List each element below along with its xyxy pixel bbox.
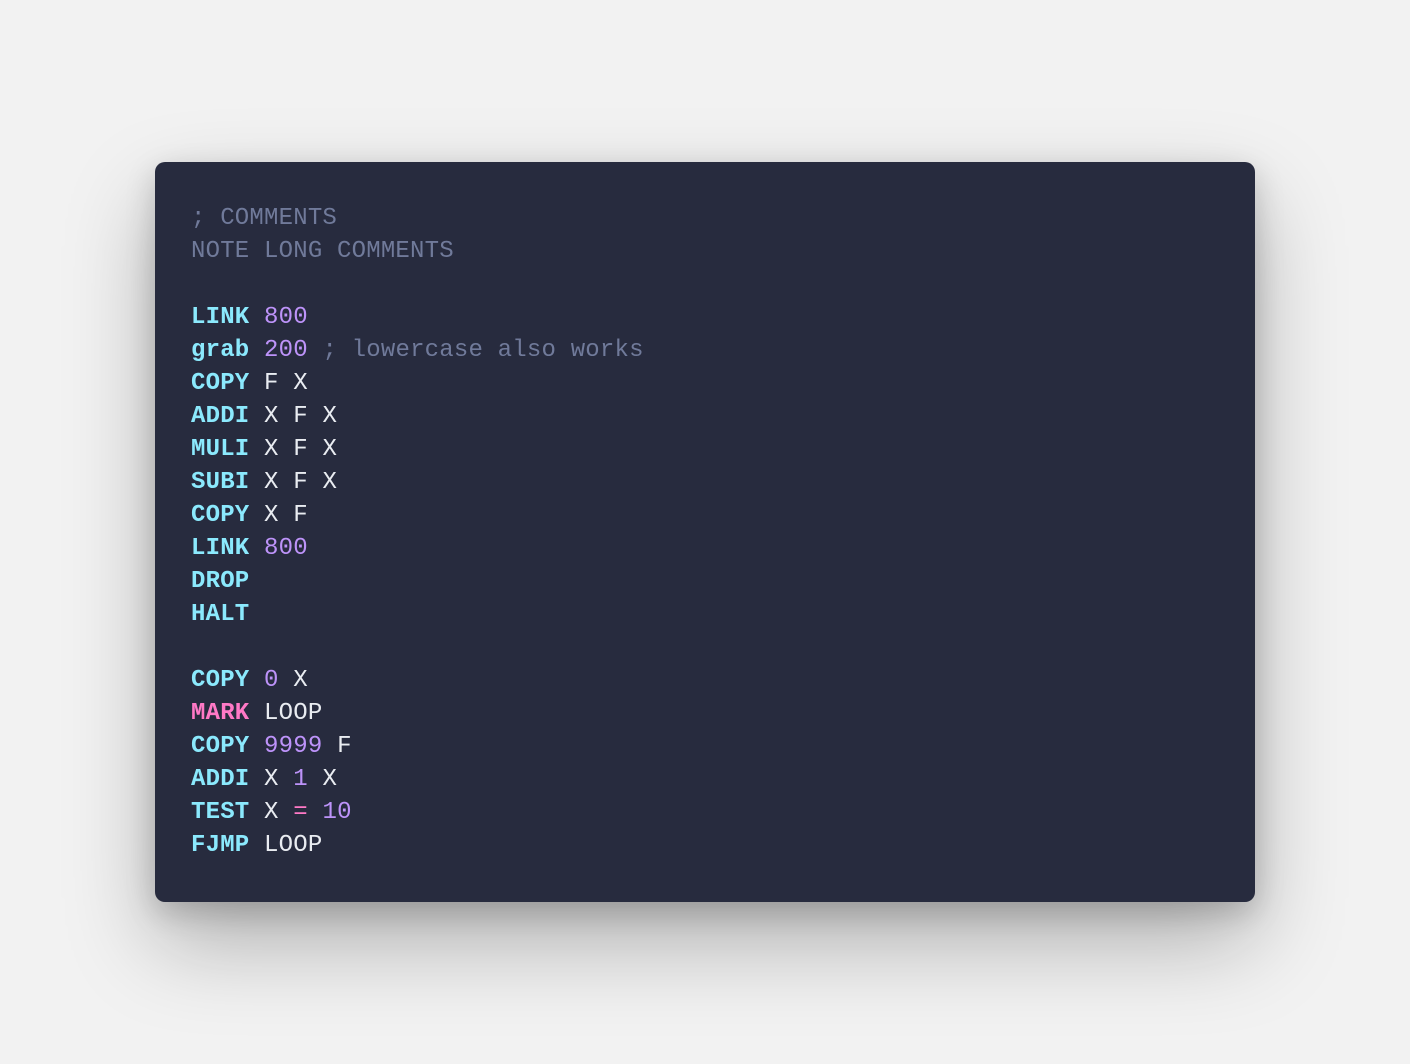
code-token-comment: NOTE LONG COMMENTS — [191, 238, 454, 265]
code-token-text: F — [337, 733, 352, 760]
code-token-number: 10 — [322, 799, 351, 826]
code-token-space — [249, 535, 264, 562]
code-token-space — [249, 799, 264, 826]
code-token-operator: = — [293, 799, 308, 826]
code-token-space — [279, 766, 294, 793]
code-token-keyword: LINK — [191, 535, 249, 562]
code-token-space — [249, 766, 264, 793]
code-token-space — [249, 304, 264, 331]
code-token-space — [322, 733, 337, 760]
code-line: COPY X F — [191, 502, 308, 529]
code-token-comment: ; COMMENTS — [191, 205, 337, 232]
code-token-number: 1 — [293, 766, 308, 793]
code-token-keyword: ADDI — [191, 766, 249, 793]
code-line: grab 200 ; lowercase also works — [191, 337, 644, 364]
code-line: NOTE LONG COMMENTS — [191, 238, 454, 265]
code-line: MARK LOOP — [191, 700, 322, 727]
code-token-keyword: grab — [191, 337, 249, 364]
code-token-keyword: MULI — [191, 436, 249, 463]
code-token-text: X F — [264, 502, 308, 529]
code-token-mark: MARK — [191, 700, 249, 727]
code-token-text: F X — [264, 370, 308, 397]
code-token-space — [279, 799, 294, 826]
code-token-space — [249, 733, 264, 760]
code-token-space — [308, 766, 323, 793]
code-token-keyword: COPY — [191, 667, 249, 694]
code-token-space — [249, 502, 264, 529]
code-line: HALT — [191, 601, 249, 628]
code-token-keyword: LINK — [191, 304, 249, 331]
code-token-space — [249, 469, 264, 496]
code-line: TEST X = 10 — [191, 799, 352, 826]
code-token-text: X — [264, 799, 279, 826]
code-token-keyword: HALT — [191, 601, 249, 628]
code-line: SUBI X F X — [191, 469, 337, 496]
code-line: COPY F X — [191, 370, 308, 397]
code-token-number: 9999 — [264, 733, 322, 760]
code-token-space — [279, 667, 294, 694]
code-token-text: LOOP — [264, 832, 322, 859]
code-line: FJMP LOOP — [191, 832, 322, 859]
code-token-text: X — [322, 766, 337, 793]
code-token-text: X — [293, 667, 308, 694]
code-line: ADDI X F X — [191, 403, 337, 430]
code-line: COPY 0 X — [191, 667, 308, 694]
code-token-number: 800 — [264, 304, 308, 331]
code-line: ; COMMENTS — [191, 205, 337, 232]
code-token-text: X F X — [264, 403, 337, 430]
code-token-space — [249, 832, 264, 859]
code-token-space — [249, 700, 264, 727]
code-token-number: 800 — [264, 535, 308, 562]
code-line: DROP — [191, 568, 249, 595]
code-token-keyword: COPY — [191, 370, 249, 397]
code-line: LINK 800 — [191, 304, 308, 331]
code-token-number: 200 — [264, 337, 308, 364]
code-line: ADDI X 1 X — [191, 766, 337, 793]
code-line: MULI X F X — [191, 436, 337, 463]
code-token-keyword: COPY — [191, 733, 249, 760]
code-token-space — [249, 403, 264, 430]
code-token-comment: ; lowercase also works — [322, 337, 643, 364]
code-token-space — [308, 799, 323, 826]
code-line: COPY 9999 F — [191, 733, 352, 760]
code-token-space — [249, 667, 264, 694]
code-token-keyword: FJMP — [191, 832, 249, 859]
code-token-space — [308, 337, 323, 364]
code-token-keyword: DROP — [191, 568, 249, 595]
code-token-text: X — [264, 766, 279, 793]
code-block[interactable]: ; COMMENTS NOTE LONG COMMENTS LINK 800 g… — [191, 202, 1219, 862]
code-token-keyword: SUBI — [191, 469, 249, 496]
code-token-keyword: ADDI — [191, 403, 249, 430]
code-token-keyword: COPY — [191, 502, 249, 529]
code-line: LINK 800 — [191, 535, 308, 562]
code-token-text: LOOP — [264, 700, 322, 727]
code-token-text: X F X — [264, 469, 337, 496]
code-card: ; COMMENTS NOTE LONG COMMENTS LINK 800 g… — [155, 162, 1255, 902]
code-token-space — [249, 436, 264, 463]
code-token-text: X F X — [264, 436, 337, 463]
code-token-space — [249, 337, 264, 364]
code-token-keyword: TEST — [191, 799, 249, 826]
code-token-space — [249, 370, 264, 397]
code-token-number: 0 — [264, 667, 279, 694]
